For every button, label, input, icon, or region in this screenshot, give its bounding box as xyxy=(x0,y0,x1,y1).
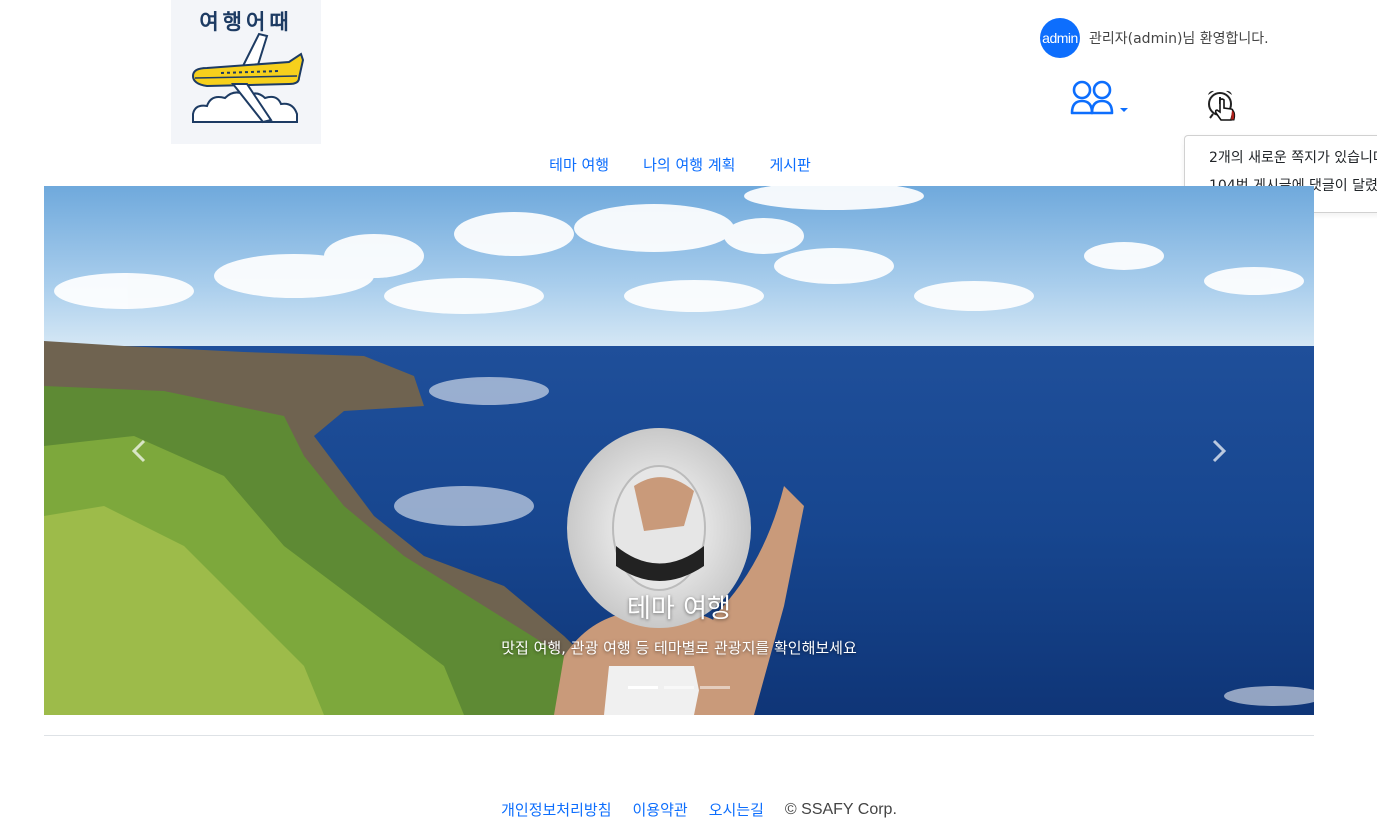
carousel-indicator-2[interactable] xyxy=(664,686,694,689)
carousel-caption-text: 맛집 여행, 관광 여행 등 테마별로 관광지를 확인해보세요 xyxy=(501,639,857,657)
carousel-prev-button[interactable] xyxy=(124,436,154,466)
carousel-caption-title: 테마 여행 xyxy=(627,594,731,624)
main-nav: 테마 여행 나의 여행 계획 게시판 xyxy=(0,150,1360,179)
people-icon xyxy=(1070,80,1128,115)
nav-item-board[interactable]: 게시판 xyxy=(752,150,827,179)
copyright: © SSAFY Corp. xyxy=(784,800,897,818)
chevron-right-icon xyxy=(1212,439,1227,463)
footer-link-privacy[interactable]: 개인정보처리방침 xyxy=(501,799,611,820)
site-logo[interactable]: 여행어때 xyxy=(171,0,321,144)
carousel-indicator-3[interactable] xyxy=(700,686,730,689)
people-dropdown-button[interactable] xyxy=(1070,80,1132,120)
chevron-left-icon xyxy=(131,439,146,463)
nav-item-theme-travel[interactable]: 테마 여행 xyxy=(532,150,626,179)
welcome-text: 관리자(admin)님 환영합니다. xyxy=(1089,31,1269,47)
hero-carousel xyxy=(44,186,1314,715)
user-welcome: admin 관리자(admin)님 환영합니다. xyxy=(1040,18,1269,58)
chevron-down-icon xyxy=(1120,108,1128,112)
nav-item-my-travel-plan[interactable]: 나의 여행 계획 xyxy=(626,150,752,179)
footer: 개인정보처리방침 이용약관 오시는길 © SSAFY Corp. xyxy=(0,799,1377,820)
carousel-slide-image xyxy=(44,186,1314,715)
footer-link-directions[interactable]: 오시는길 xyxy=(709,799,764,820)
carousel-indicators xyxy=(628,686,730,689)
avatar[interactable]: admin xyxy=(1040,18,1080,58)
footer-divider xyxy=(44,735,1314,736)
footer-link-terms[interactable]: 이용약관 xyxy=(633,799,688,820)
carousel-indicator-1[interactable] xyxy=(628,686,658,689)
airplane-icon xyxy=(191,32,305,124)
carousel-next-button[interactable] xyxy=(1204,436,1234,466)
alarm-clock-icon xyxy=(1208,90,1236,121)
alarm-button[interactable] xyxy=(1202,86,1244,128)
